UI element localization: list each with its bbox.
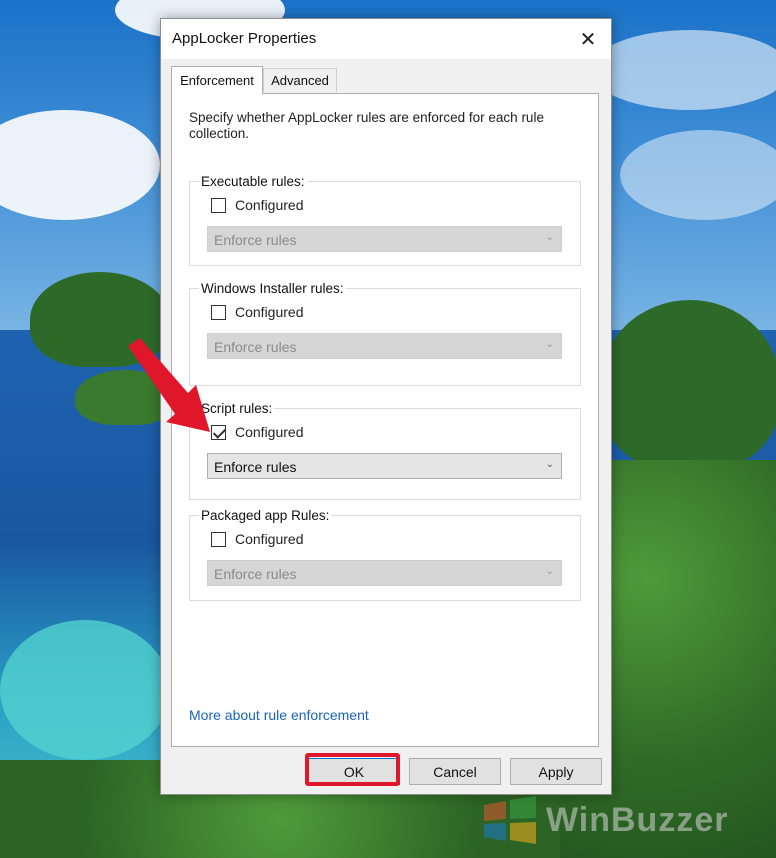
ok-button[interactable]: OK: [308, 758, 400, 785]
installer-configured-checkbox[interactable]: Configured: [211, 304, 304, 320]
apply-button[interactable]: Apply: [510, 758, 602, 785]
select-value: Enforce rules: [214, 459, 297, 475]
group-label: Executable rules:: [199, 174, 307, 189]
chevron-down-icon: ⌄: [545, 232, 554, 243]
enforcement-panel: Specify whether AppLocker rules are enfo…: [171, 93, 599, 747]
installer-enforcement-select: Enforce rules ⌄: [207, 333, 562, 359]
group-label: Packaged app Rules:: [199, 508, 332, 523]
executable-enforcement-select: Enforce rules ⌄: [207, 226, 562, 252]
checkbox-label: Configured: [235, 424, 304, 440]
packaged-app-rules-group: Packaged app Rules: Configured Enforce r…: [189, 508, 581, 601]
wallpaper-cloud: [620, 130, 776, 220]
more-about-rule-enforcement-link[interactable]: More about rule enforcement: [189, 707, 369, 723]
select-value: Enforce rules: [214, 566, 297, 582]
packaged-configured-checkbox[interactable]: Configured: [211, 531, 304, 547]
close-icon[interactable]: ✕: [565, 19, 611, 59]
wallpaper-cloud: [590, 30, 776, 110]
cancel-button[interactable]: Cancel: [409, 758, 501, 785]
script-rules-group: Script rules: Configured Enforce rules ⌄: [189, 401, 581, 500]
tab-advanced[interactable]: Advanced: [263, 68, 337, 92]
window-title: AppLocker Properties: [172, 30, 317, 47]
chevron-down-icon: ⌄: [545, 459, 554, 470]
executable-rules-group: Executable rules: Configured Enforce rul…: [189, 174, 581, 266]
select-value: Enforce rules: [214, 232, 297, 248]
checkbox-label: Configured: [235, 304, 304, 320]
panel-description: Specify whether AppLocker rules are enfo…: [189, 110, 544, 141]
checkbox-box[interactable]: [211, 531, 226, 547]
windows-installer-rules-group: Windows Installer rules: Configured Enfo…: [189, 281, 581, 386]
windows-flag-icon: [484, 796, 536, 844]
wallpaper-island: [600, 300, 776, 470]
packaged-enforcement-select: Enforce rules ⌄: [207, 560, 562, 586]
red-arrow-annotation-icon: [128, 338, 210, 432]
watermark-logo: WinBuzzer: [480, 795, 728, 845]
executable-configured-checkbox[interactable]: Configured: [211, 197, 304, 213]
wallpaper-lagoon: [0, 620, 170, 760]
group-label: Windows Installer rules:: [199, 281, 346, 296]
chevron-down-icon: ⌄: [545, 339, 554, 350]
tab-enforcement[interactable]: Enforcement: [171, 66, 263, 94]
title-bar: AppLocker Properties ✕: [161, 19, 611, 59]
checkbox-box[interactable]: [211, 304, 226, 320]
checkbox-label: Configured: [235, 197, 304, 213]
watermark-text: WinBuzzer: [546, 800, 729, 839]
checkbox-box[interactable]: [211, 197, 226, 213]
script-enforcement-select[interactable]: Enforce rules ⌄: [207, 453, 562, 479]
chevron-down-icon: ⌄: [545, 566, 554, 577]
checkbox-label: Configured: [235, 531, 304, 547]
